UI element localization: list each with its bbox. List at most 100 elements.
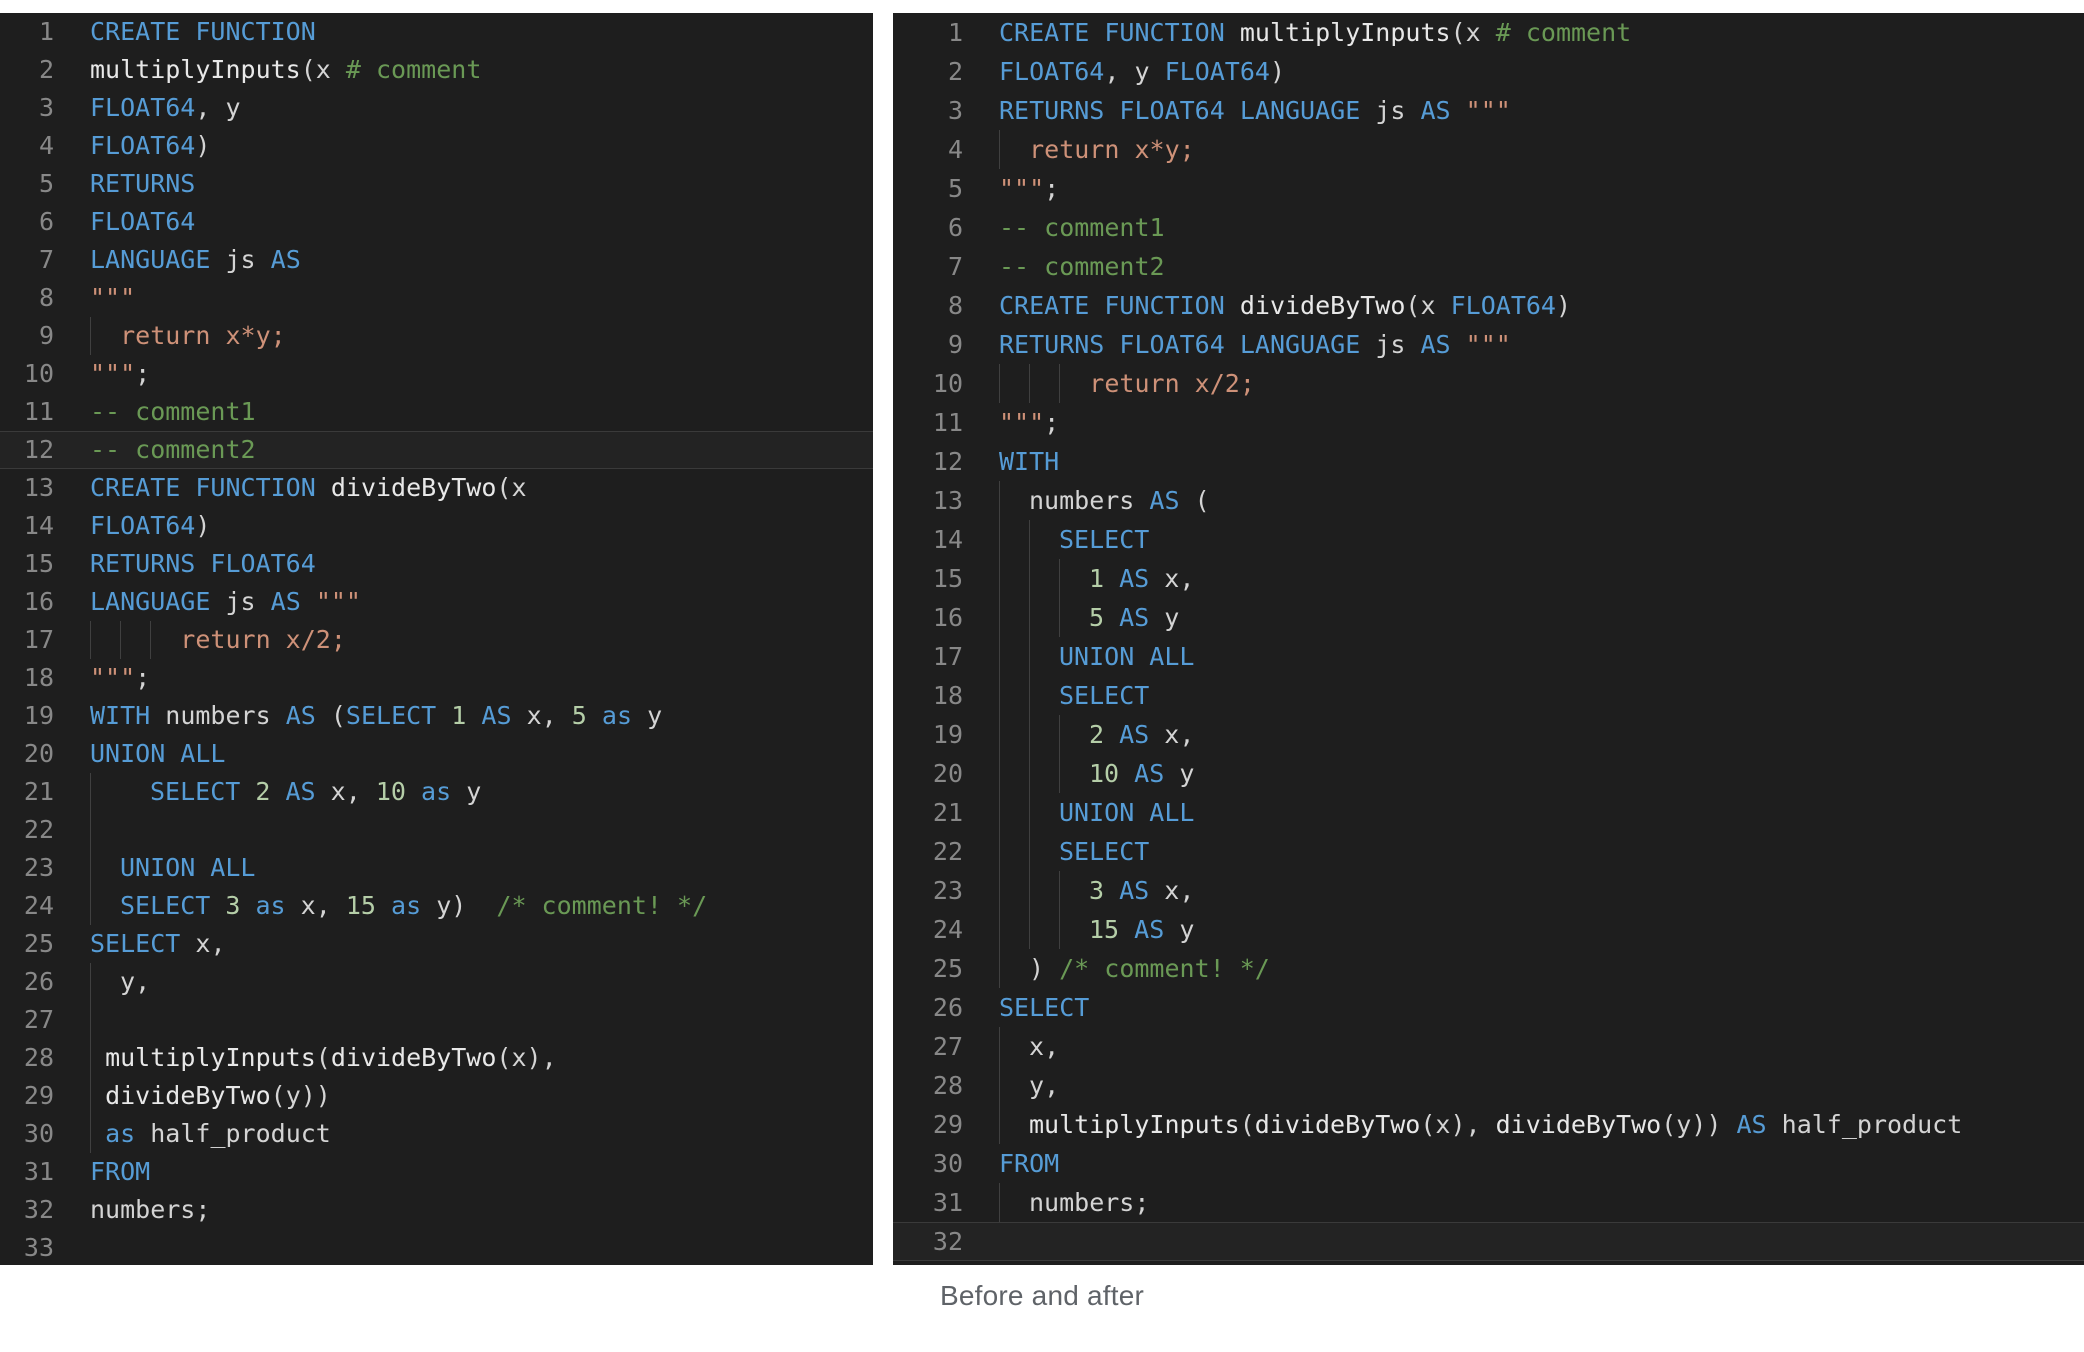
code-line[interactable]: 18 SELECT (893, 676, 2084, 715)
code-tokens: 10 AS y (1089, 754, 1194, 793)
code-line[interactable]: 7 -- comment2 (893, 247, 2084, 286)
code-line[interactable]: 9 RETURNS FLOAT64 LANGUAGE js AS """ (893, 325, 2084, 364)
code-line[interactable]: 13 numbers AS ( (893, 481, 2084, 520)
token-pun: ; (135, 359, 151, 388)
code-line[interactable]: 11 """; (893, 403, 2084, 442)
code-line[interactable]: 23 UNION ALL (0, 849, 873, 887)
code-line[interactable]: 26 y, (0, 963, 873, 1001)
line-number: 12 (932, 447, 963, 476)
token-pun: ( (1405, 291, 1421, 320)
code-line[interactable]: 5 RETURNS (0, 165, 873, 203)
token-pun (632, 701, 647, 730)
code-line[interactable]: 11 -- comment1 (0, 393, 873, 431)
code-line[interactable]: 32 numbers; (0, 1191, 873, 1229)
code-line[interactable]: 8 CREATE FUNCTION divideByTwo(x FLOAT64) (893, 286, 2084, 325)
code-line[interactable]: 20 10 AS y (893, 754, 2084, 793)
code-editor-before[interactable]: 1 CREATE FUNCTION 2 multiplyInputs(x # comm… (0, 13, 873, 1265)
code-line-content: WITH (981, 442, 2084, 481)
code-line-content (981, 1222, 2084, 1261)
code-line[interactable]: 28 y, (893, 1066, 2084, 1105)
code-line[interactable]: 6 FLOAT64 (0, 203, 873, 241)
code-line[interactable]: 12 WITH (893, 442, 2084, 481)
code-line[interactable]: 24 15 AS y (893, 910, 2084, 949)
code-line[interactable]: 29 multiplyInputs(divideByTwo(x), divideB… (893, 1105, 2084, 1144)
code-line[interactable]: 6 -- comment1 (893, 208, 2084, 247)
code-line[interactable]: 8 """ (0, 279, 873, 317)
code-line[interactable]: 26 SELECT (893, 988, 2084, 1027)
line-number: 4 (947, 135, 963, 164)
token-id: js (225, 587, 256, 616)
code-line[interactable]: 13 CREATE FUNCTION divideByTwo(x (0, 469, 873, 507)
code-line-content: CREATE FUNCTION (72, 13, 873, 51)
token-str: """ (90, 663, 136, 692)
code-line[interactable]: 15 RETURNS FLOAT64 (0, 545, 873, 583)
token-cmt: /* comment! */ (496, 891, 708, 920)
token-kw: WITH (999, 447, 1060, 476)
token-pun (451, 777, 466, 806)
code-line[interactable]: 12 -- comment2 (0, 431, 873, 469)
token-id: x (1029, 1032, 1045, 1061)
code-line[interactable]: 3 FLOAT64, y (0, 89, 873, 127)
code-line[interactable]: 21 UNION ALL (893, 793, 2084, 832)
code-line[interactable]: 7 LANGUAGE js AS (0, 241, 873, 279)
token-str: """ (90, 359, 136, 388)
code-line[interactable]: 16 5 AS y (893, 598, 2084, 637)
token-fn: divideByTwo (1254, 1110, 1421, 1139)
token-pun: , (315, 891, 346, 920)
code-line[interactable]: 29 divideByTwo(y)) (0, 1077, 873, 1115)
token-fn: divideByTwo (105, 1081, 271, 1110)
token-kw: WITH (90, 701, 151, 730)
code-line[interactable]: 22 (0, 811, 873, 849)
token-kw: as (601, 701, 632, 730)
code-line-content: return x/2; (981, 364, 2084, 403)
code-line[interactable]: 31 FROM (0, 1153, 873, 1191)
code-line[interactable]: 14 SELECT (893, 520, 2084, 559)
code-line[interactable]: 17 UNION ALL (893, 637, 2084, 676)
token-pun: ) (451, 891, 497, 920)
code-line[interactable]: 10 return x/2; (893, 364, 2084, 403)
code-line[interactable]: 22 SELECT (893, 832, 2084, 871)
code-tokens: LANGUAGE js AS """ (90, 583, 361, 621)
code-line[interactable]: 4 FLOAT64) (0, 127, 873, 165)
code-line[interactable]: 15 1 AS x, (893, 559, 2084, 598)
code-line-content: SELECT (981, 832, 2084, 871)
code-line[interactable]: 25) /* comment! */ (893, 949, 2084, 988)
code-line[interactable]: 14 FLOAT64) (0, 507, 873, 545)
code-line[interactable]: 4 return x*y; (893, 130, 2084, 169)
code-line[interactable]: 28 multiplyInputs(divideByTwo(x), (0, 1039, 873, 1077)
code-line[interactable]: 2 multiplyInputs(x # comment (0, 51, 873, 89)
code-line[interactable]: 9 return x*y; (0, 317, 873, 355)
code-line[interactable]: 27 x, (893, 1027, 2084, 1066)
code-line[interactable]: 19 2 AS x, (893, 715, 2084, 754)
code-line[interactable]: 3 RETURNS FLOAT64 LANGUAGE js AS """ (893, 91, 2084, 130)
code-editor-after[interactable]: 1 CREATE FUNCTION multiplyInputs(x # comm… (893, 13, 2084, 1265)
code-line[interactable]: 23 3 AS x, (893, 871, 2084, 910)
code-line[interactable]: 32 (893, 1222, 2084, 1261)
code-line[interactable]: 31 numbers; (893, 1183, 2084, 1222)
code-line[interactable]: 19 WITH numbers AS (SELECT 1 AS x, 5 as y (0, 697, 873, 735)
code-line[interactable]: 24 SELECT 3 as x, 15 as y) /* comment! */ (0, 887, 873, 925)
token-pun (210, 891, 225, 920)
code-line[interactable]: 10 """; (0, 355, 873, 393)
code-line[interactable]: 21 SELECT 2 AS x, 10 as y (0, 773, 873, 811)
code-line[interactable]: 18 """; (0, 659, 873, 697)
code-line-content (72, 811, 873, 849)
code-line[interactable]: 17 return x/2; (0, 621, 873, 659)
code-line[interactable]: 33 (0, 1229, 873, 1265)
token-pun: ; (1044, 174, 1060, 203)
code-line[interactable]: 20 UNION ALL (0, 735, 873, 773)
code-line[interactable]: 5 """; (893, 169, 2084, 208)
indent-guide (1029, 910, 1030, 949)
code-line[interactable]: 1 CREATE FUNCTION multiplyInputs(x # comm… (893, 13, 2084, 52)
code-line[interactable]: 27 (0, 1001, 873, 1039)
token-num: 10 (1089, 759, 1120, 788)
token-pun (90, 1119, 105, 1148)
code-line[interactable]: 30 FROM (893, 1144, 2084, 1183)
token-id: x (315, 55, 331, 84)
code-line[interactable]: 16 LANGUAGE js AS """ (0, 583, 873, 621)
code-line[interactable]: 2 FLOAT64, y FLOAT64) (893, 52, 2084, 91)
code-line[interactable]: 25 SELECT x, (0, 925, 873, 963)
code-line[interactable]: 30 as half_product (0, 1115, 873, 1153)
indent-guide (999, 949, 1000, 988)
code-line[interactable]: 1 CREATE FUNCTION (0, 13, 873, 51)
